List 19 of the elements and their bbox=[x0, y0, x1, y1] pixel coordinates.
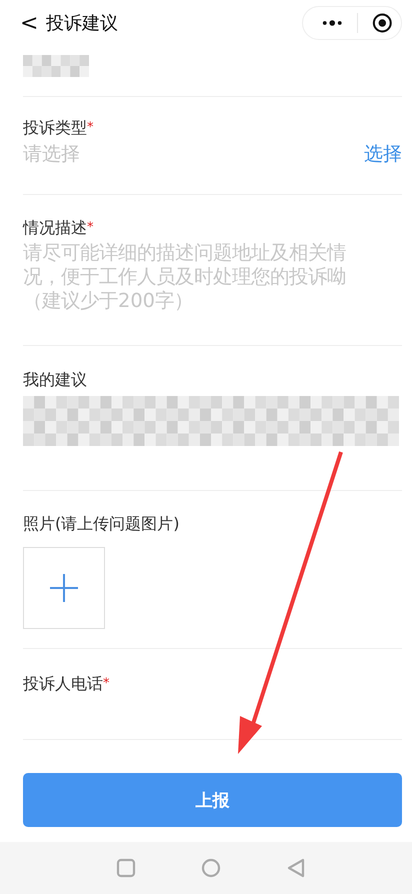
more-icon[interactable] bbox=[321, 19, 344, 27]
capsule-menu[interactable] bbox=[302, 6, 402, 40]
recents-icon[interactable] bbox=[116, 858, 136, 878]
back-icon[interactable] bbox=[286, 858, 306, 878]
field-label: 我的建议 bbox=[23, 369, 88, 391]
select-link[interactable]: 选择 bbox=[364, 141, 402, 167]
field-label: 投诉人电话* bbox=[23, 673, 110, 695]
field-label: 照片(请上传问题图片) bbox=[23, 513, 180, 535]
plus-icon bbox=[49, 573, 79, 603]
blurred-text bbox=[23, 55, 89, 77]
submit-button[interactable]: 上报 bbox=[23, 773, 402, 827]
select-field[interactable]: 请选择 选择 bbox=[23, 141, 402, 167]
close-icon[interactable] bbox=[372, 12, 393, 34]
home-icon[interactable] bbox=[201, 858, 221, 878]
field-label: 投诉类型* bbox=[23, 117, 94, 139]
field-label: 情况描述* bbox=[23, 217, 94, 239]
back-button[interactable]: < bbox=[20, 10, 46, 36]
page-title: 投诉建议 bbox=[46, 12, 119, 35]
upload-button[interactable] bbox=[23, 547, 105, 629]
